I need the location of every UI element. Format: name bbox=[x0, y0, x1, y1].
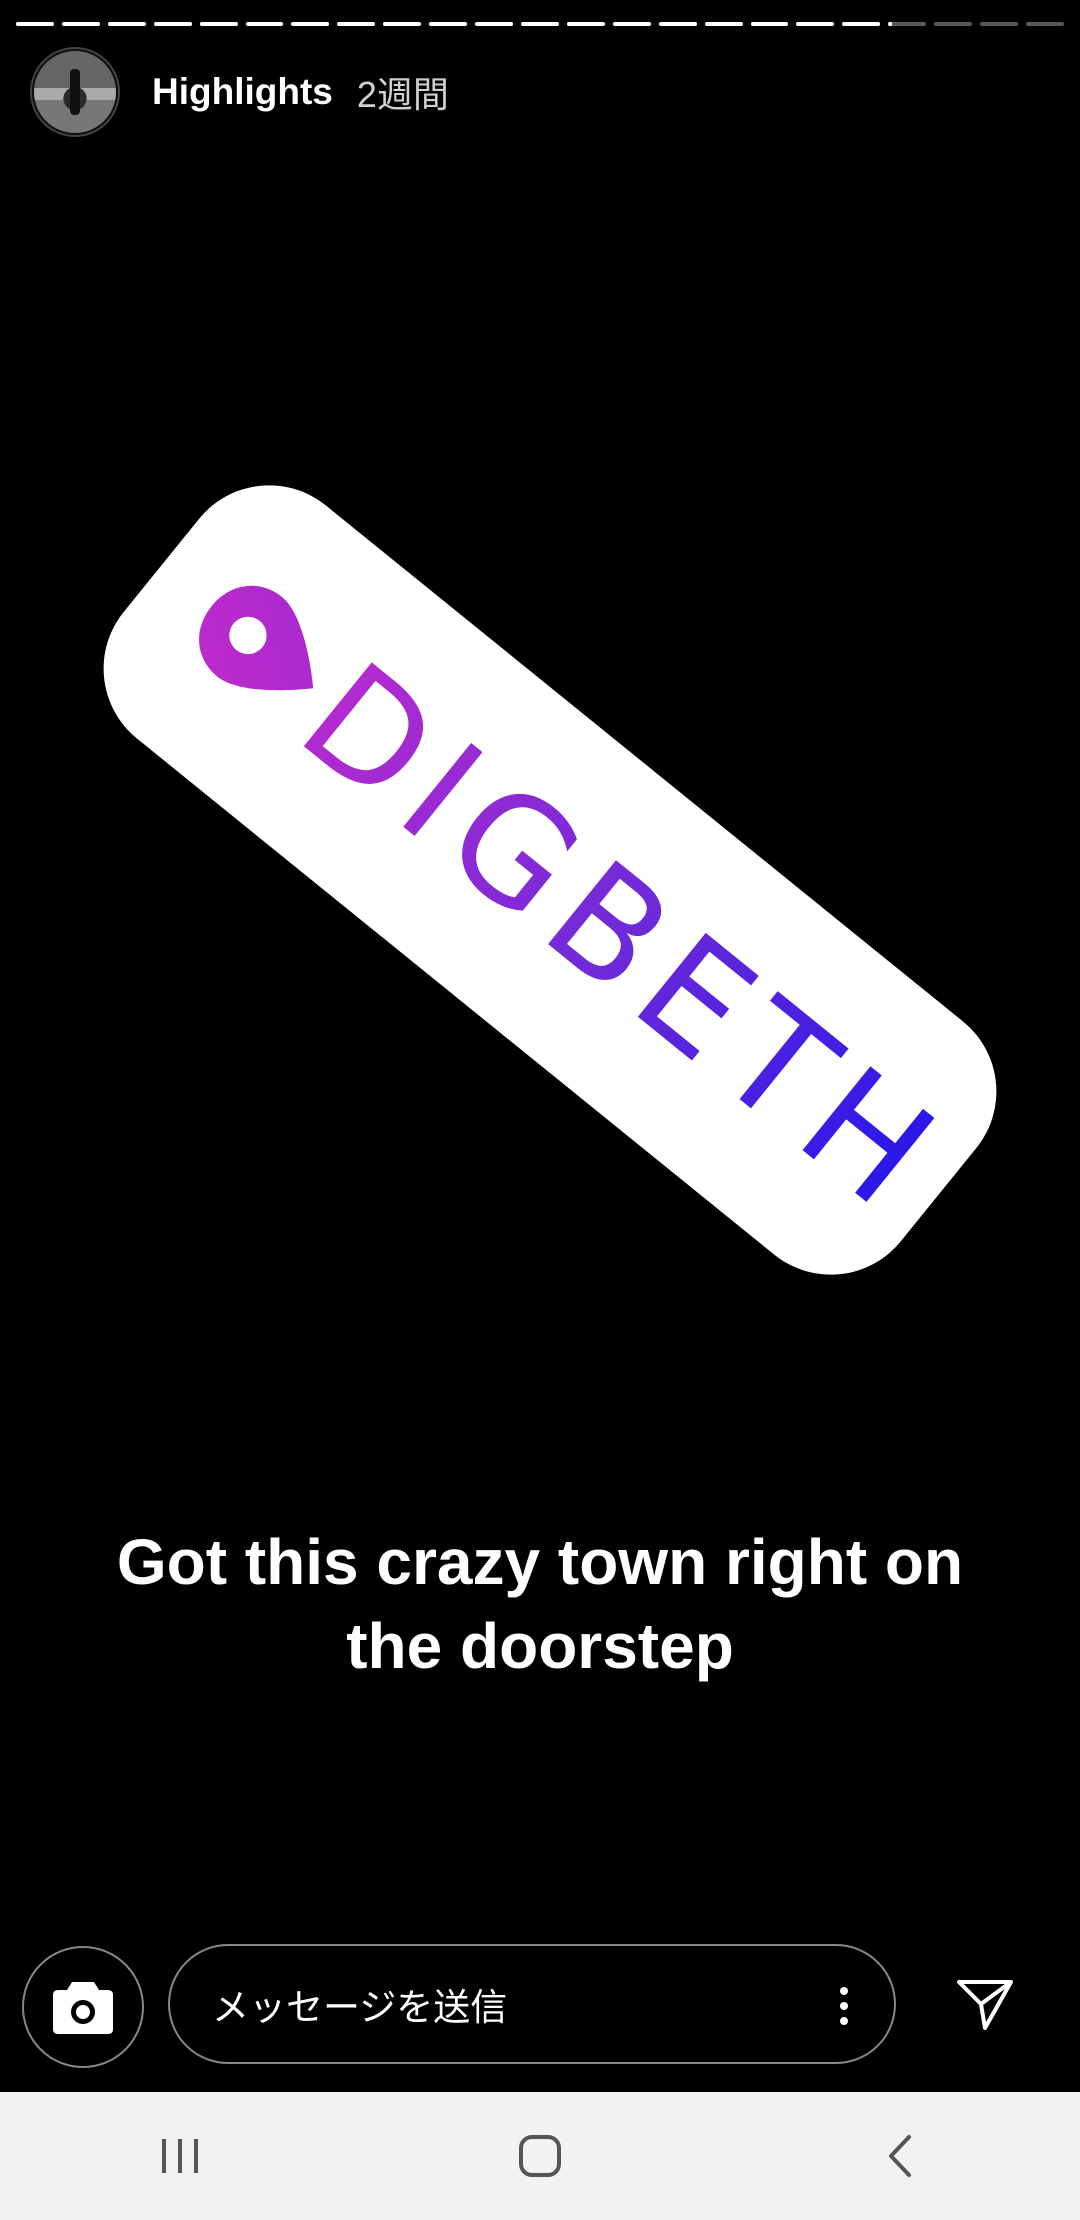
story-progress-segment bbox=[337, 22, 376, 26]
story-progress-segment bbox=[888, 22, 927, 26]
caption-line-2: the doorstep bbox=[346, 1610, 734, 1682]
home-icon bbox=[519, 2135, 561, 2177]
camera-button[interactable] bbox=[22, 1946, 144, 2068]
recents-icon bbox=[162, 2139, 198, 2173]
story-progress-segment bbox=[429, 22, 468, 26]
story-progress-segment bbox=[107, 22, 146, 26]
location-sticker[interactable]: DIGBETH bbox=[67, 448, 1033, 1312]
story-progress-segment bbox=[1025, 22, 1064, 26]
story-progress-segment bbox=[704, 22, 743, 26]
caption-line-1: Got this crazy town right on bbox=[116, 1526, 964, 1598]
story-progress-segment bbox=[245, 22, 284, 26]
story-progress-segment bbox=[291, 22, 330, 26]
story-header: Highlights 2週間 bbox=[32, 49, 1048, 135]
story-progress-segment bbox=[750, 22, 789, 26]
username[interactable]: Highlights bbox=[152, 71, 333, 113]
avatar[interactable] bbox=[32, 49, 118, 135]
location-sticker-area: DIGBETH bbox=[0, 380, 1080, 1440]
send-icon bbox=[957, 1980, 1013, 2030]
story-progress-segment bbox=[934, 22, 973, 26]
story-progress-segment bbox=[61, 22, 100, 26]
back-icon bbox=[889, 2135, 911, 2177]
story-progress-segment bbox=[153, 22, 192, 26]
story-progress-segment bbox=[612, 22, 651, 26]
sticker-location-text: DIGBETH bbox=[270, 630, 975, 1248]
story-progress-segment bbox=[796, 22, 835, 26]
story-progress-segment bbox=[842, 22, 881, 26]
back-button[interactable] bbox=[840, 2116, 960, 2196]
send-button[interactable] bbox=[950, 1970, 1020, 2040]
message-placeholder: メッセージを送信 bbox=[212, 1987, 508, 2028]
story-progress-segment bbox=[199, 22, 238, 26]
system-navigation-bar bbox=[0, 2092, 1080, 2220]
story-progress-segment bbox=[566, 22, 605, 26]
story-progress-segment bbox=[383, 22, 422, 26]
story-progress-segment bbox=[16, 22, 54, 26]
home-button[interactable] bbox=[480, 2116, 600, 2196]
story-progress-segment bbox=[475, 22, 513, 26]
camera-icon bbox=[53, 1982, 113, 2034]
story-viewer[interactable]: Highlights 2週間 DIGBETH Got this crazy to… bbox=[0, 0, 1080, 2092]
story-caption: Got this crazy town right on the doorste… bbox=[60, 1520, 1020, 1688]
message-input[interactable]: メッセージを送信 bbox=[168, 1944, 896, 2064]
time-ago: 2週間 bbox=[356, 74, 449, 115]
recents-button[interactable] bbox=[120, 2116, 240, 2196]
story-progress-segment bbox=[658, 22, 697, 26]
story-progress-bar bbox=[16, 22, 1064, 28]
story-progress-segment bbox=[980, 22, 1018, 26]
story-progress-segment bbox=[520, 22, 559, 26]
more-vertical-icon[interactable] bbox=[840, 1986, 848, 2026]
